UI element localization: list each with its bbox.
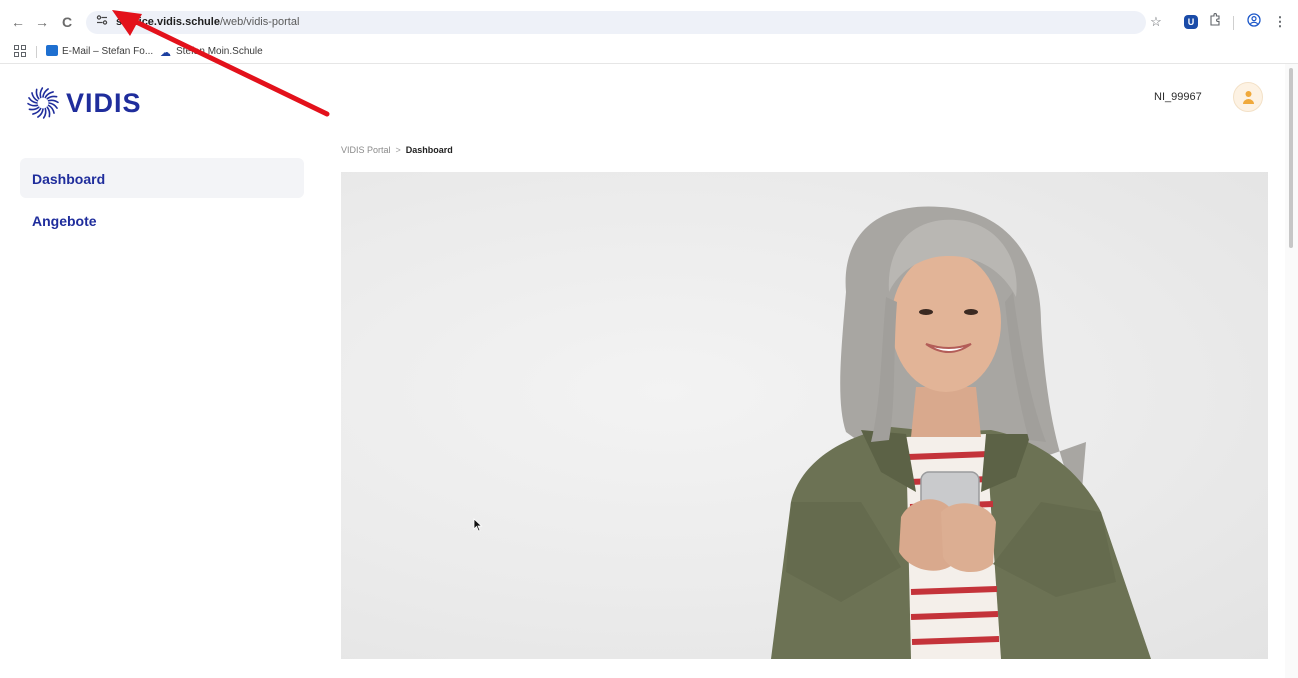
hero-image <box>341 172 1268 659</box>
puzzle-icon[interactable] <box>1206 13 1224 31</box>
user-id: NI_99967 <box>1154 91 1202 103</box>
sidebar-item-angebote[interactable]: Angebote <box>20 200 304 240</box>
profile-icon[interactable] <box>1245 13 1263 31</box>
logo-petal <box>39 87 44 99</box>
logo-text: VIDIS <box>66 87 142 118</box>
app-header: VIDIS NI_99967 <box>0 64 1298 134</box>
breadcrumb-current: Dashboard <box>405 145 453 155</box>
site-settings-icon[interactable] <box>94 14 110 30</box>
forward-icon[interactable]: → <box>32 12 52 32</box>
breadcrumb-root[interactable]: VIDIS Portal <box>341 145 391 155</box>
user-avatar[interactable] <box>1233 82 1263 112</box>
page-scrollbar[interactable] <box>1285 64 1298 678</box>
reload-icon[interactable]: C <box>57 12 77 32</box>
toolbar-divider <box>1233 16 1234 30</box>
url-text: service.vidis.schule/web/vidis-portal <box>116 15 299 30</box>
vidis-logo-mark-icon <box>27 87 59 119</box>
url-path: /web/vidis-portal <box>219 16 300 28</box>
logo-petal <box>27 102 39 107</box>
bookmark-email-label: E-Mail – Stefan Fo... <box>62 46 154 57</box>
outlook-icon <box>46 45 58 56</box>
vidis-logo[interactable]: VIDIS <box>26 86 142 120</box>
browser-chrome: ← → C service.vidis.schule/web/vidis-por… <box>0 0 1298 64</box>
logo-petal <box>47 99 59 104</box>
breadcrumb: VIDIS Portal > Dashboard <box>341 145 453 155</box>
star-icon[interactable]: ☆ <box>1147 13 1165 31</box>
logo-petal <box>46 95 58 100</box>
mouse-cursor-icon <box>473 518 483 532</box>
sidebar-item-dashboard[interactable]: Dashboard <box>20 158 304 198</box>
url-host: service.vidis.schule <box>116 16 220 28</box>
logo-petal <box>42 107 47 119</box>
breadcrumb-separator: > <box>395 145 401 155</box>
back-icon[interactable]: ← <box>8 12 28 32</box>
scrollbar-thumb[interactable] <box>1289 68 1293 248</box>
bookmark-moin-schule[interactable]: ☁ Stefan Moin.Schule <box>160 45 263 59</box>
bookmarks-divider <box>36 46 37 58</box>
moin-schule-icon: ☁ <box>160 47 171 59</box>
apps-grid-icon[interactable] <box>14 45 26 57</box>
browser-toolbar: ← → C service.vidis.schule/web/vidis-por… <box>0 0 1298 44</box>
woman-with-phone-illustration <box>771 206 1151 659</box>
extension-u-icon[interactable]: U <box>1184 15 1198 29</box>
user-icon <box>1243 91 1254 104</box>
bookmark-moin-label: Stefan Moin.Schule <box>176 46 263 57</box>
address-bar[interactable]: service.vidis.schule/web/vidis-portal <box>86 11 1146 34</box>
logo-petal <box>35 88 40 100</box>
bookmark-email[interactable]: E-Mail – Stefan Fo... <box>46 45 153 59</box>
bookmarks-bar: E-Mail – Stefan Fo... ☁ Stefan Moin.Schul… <box>0 42 1298 62</box>
logo-petal <box>46 106 51 118</box>
sidebar-nav: Dashboard Angebote <box>20 158 304 242</box>
menu-icon[interactable]: ⋮ <box>1271 13 1289 31</box>
logo-petal <box>28 106 40 111</box>
